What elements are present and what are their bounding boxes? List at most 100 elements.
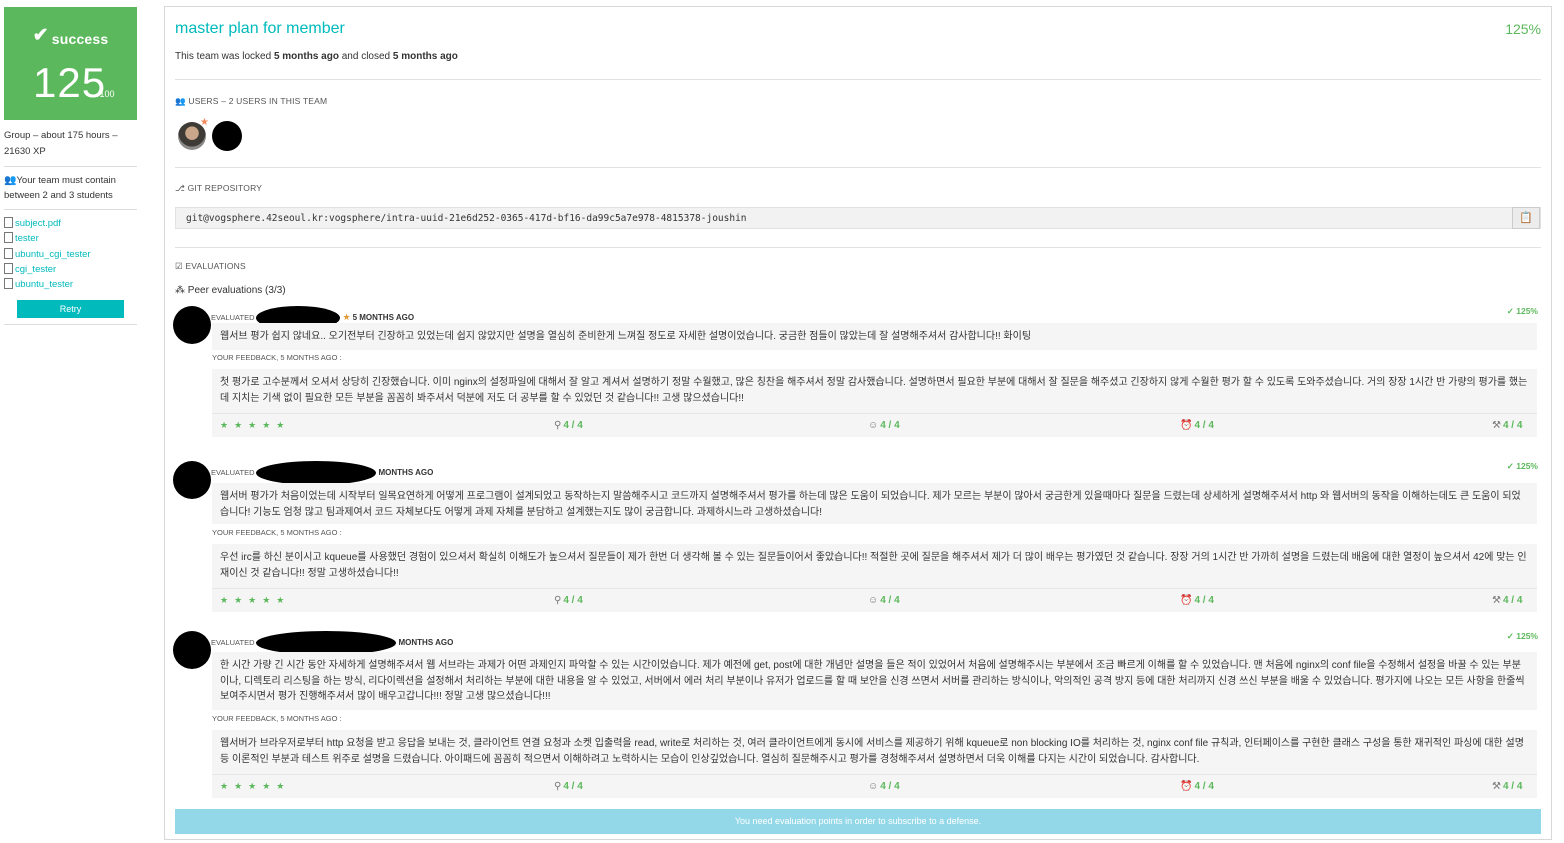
team-score: 125% — [1505, 21, 1541, 37]
team-title: master plan for member — [175, 20, 345, 37]
rating-punctuality: ⏰ 4 / 4 — [1180, 595, 1214, 606]
smile-icon: ☺ — [868, 781, 879, 792]
redacted-name — [256, 461, 377, 485]
rating-nice: ☺ 4 / 4 — [868, 781, 900, 792]
check-icon: ✓ — [1506, 631, 1514, 641]
attachments-list: subject.pdf tester ubuntu_cgi_tester cgi… — [4, 216, 137, 292]
rating-row: ★★★★★ ⚲ 4 / 4 ☺ 4 / 4 ⏰ 4 / 4 ⚒ 4 / 4 — [212, 413, 1537, 437]
rating-interest: ⚲ 4 / 4 — [554, 781, 583, 792]
divider — [175, 167, 1541, 168]
hammer-icon: ⚒ — [1492, 420, 1501, 431]
clock-icon: ⏰ — [1180, 420, 1193, 431]
git-section-label: ⎇ GIT REPOSITORY — [175, 183, 263, 193]
rating-row: ★★★★★ ⚲ 4 / 4 ☺ 4 / 4 ⏰ 4 / 4 ⚒ 4 / 4 — [212, 774, 1537, 798]
peers-icon: ⁂ — [175, 285, 185, 296]
git-icon: ⎇ — [175, 183, 185, 193]
stars-rating: ★★★★★ — [220, 420, 291, 430]
file-icon — [4, 262, 13, 274]
smile-icon: ☺ — [868, 420, 879, 431]
feedback-text: 첫 평가로 고수분께서 오셔서 상당히 긴장했습니다. 이미 nginx의 설정… — [212, 369, 1537, 413]
user-avatar[interactable] — [212, 121, 242, 151]
file-link-tester[interactable]: tester — [4, 231, 137, 246]
team-panel: master plan for member 125% This team wa… — [164, 6, 1552, 840]
evaluation-score: ✓ 125% — [1506, 306, 1538, 316]
file-icon — [4, 278, 13, 290]
users-section-label: 👥 USERS – 2 USERS IN THIS TEAM — [175, 96, 328, 106]
smile-icon: ☺ — [868, 595, 879, 606]
defense-notice-bar: You need evaluation points in order to s… — [175, 809, 1541, 834]
star-icon: ★ — [342, 311, 351, 322]
divider — [4, 166, 137, 167]
divider — [4, 324, 137, 326]
rating-nice: ☺ 4 / 4 — [868, 420, 900, 431]
check-icon: ✓ — [1506, 306, 1514, 316]
divider — [4, 209, 137, 210]
rocket-icon: ⚲ — [554, 595, 562, 606]
peer-evaluations-title: ⁂ Peer evaluations (3/3) — [175, 285, 286, 296]
leader-star-icon: ★ — [200, 117, 209, 128]
checkbox-icon: ☑ — [175, 261, 183, 271]
evaluation-item: EVALUATED MONTHS AGO ✓ 125% 한 시간 가량 긴 시간 … — [173, 631, 1543, 806]
rocket-icon: ⚲ — [554, 420, 562, 431]
rocket-icon: ⚲ — [554, 781, 562, 792]
evaluator-avatar[interactable] — [173, 461, 211, 499]
copy-button[interactable]: 📋 — [1512, 207, 1540, 229]
group-info: Group – about 175 hours – 21630 XP — [4, 130, 118, 157]
evaluator-avatar[interactable] — [173, 631, 211, 669]
evaluator-comment: 한 시간 가량 긴 시간 동안 자세하게 설명해주셔서 웹 서브라는 과제가 어… — [212, 652, 1537, 710]
retry-button[interactable]: Retry — [17, 300, 124, 319]
rating-nice: ☺ 4 / 4 — [868, 595, 900, 606]
sidebar: ✔ success 125 /100 Group – about 175 hour… — [4, 7, 137, 331]
team-rule: 👥Your team must contain between 2 and 3 … — [4, 173, 137, 203]
divider — [175, 247, 1541, 248]
file-icon — [4, 247, 13, 259]
rating-rigor: ⚒ 4 / 4 — [1492, 781, 1523, 792]
rating-rigor: ⚒ 4 / 4 — [1492, 595, 1523, 606]
divider — [175, 79, 1541, 80]
lock-status: This team was locked 5 months ago and cl… — [175, 51, 458, 62]
stars-rating: ★★★★★ — [220, 781, 291, 791]
rating-interest: ⚲ 4 / 4 — [554, 420, 583, 431]
evaluation-item: EVALUATED ★ 5 MONTHS AGO ✓ 125% 웹서브 평가 쉽지 … — [173, 306, 1543, 446]
final-score-box: ✔ success 125 /100 — [4, 7, 137, 120]
evaluation-score: ✓ 125% — [1506, 461, 1538, 471]
feedback-text: 우선 irc를 하신 분이시고 kqueue를 사용했던 경험이 있으셔서 확실… — [212, 544, 1537, 588]
users-icon: 👥 — [175, 96, 186, 106]
git-url[interactable]: git@vogsphere.42seoul.kr:vogsphere/intra… — [186, 213, 747, 224]
final-score: 125 — [33, 59, 107, 106]
evaluations-section-label: ☑ EVALUATIONS — [175, 261, 246, 271]
evaluation-header: EVALUATED MONTHS AGO — [211, 461, 433, 485]
hammer-icon: ⚒ — [1492, 595, 1501, 606]
rating-rigor: ⚒ 4 / 4 — [1492, 420, 1523, 431]
clock-icon: ⏰ — [1180, 595, 1193, 606]
file-link-ubuntu-tester[interactable]: ubuntu_tester — [4, 277, 137, 292]
check-icon: ✓ — [1506, 461, 1514, 471]
feedback-label: YOUR FEEDBACK, 5 MONTHS AGO : — [212, 528, 342, 537]
clock-icon: ⏰ — [1180, 781, 1193, 792]
file-link-ubuntu-cgi-tester[interactable]: ubuntu_cgi_tester — [4, 247, 137, 262]
status-label: success — [51, 31, 109, 47]
rating-interest: ⚲ 4 / 4 — [554, 595, 583, 606]
feedback-text: 웹서버가 브라우저로부터 http 요청을 받고 응답을 보내는 것, 클라이언… — [212, 730, 1537, 774]
file-icon — [4, 217, 13, 228]
evaluation-item: EVALUATED MONTHS AGO ✓ 125% 웹서버 평가가 처음이었는… — [173, 461, 1543, 616]
evaluator-comment: 웹서브 평가 쉽지 않네요.. 오기전부터 긴장하고 있었는데 쉽지 않았지만 … — [212, 323, 1537, 350]
rating-punctuality: ⏰ 4 / 4 — [1180, 420, 1214, 431]
git-repository-field[interactable]: git@vogsphere.42seoul.kr:vogsphere/intra… — [175, 207, 1541, 229]
file-link-cgi-tester[interactable]: cgi_tester — [4, 262, 137, 277]
rating-punctuality: ⏰ 4 / 4 — [1180, 781, 1214, 792]
evaluator-avatar[interactable] — [173, 306, 211, 344]
users-icon: 👥 — [4, 175, 17, 186]
feedback-label: YOUR FEEDBACK, 5 MONTHS AGO : — [212, 714, 342, 723]
feedback-label: YOUR FEEDBACK, 5 MONTHS AGO : — [212, 353, 342, 362]
status-badge: ✔ success — [4, 25, 137, 50]
hammer-icon: ⚒ — [1492, 781, 1501, 792]
score-max: /100 — [97, 89, 115, 99]
clipboard-icon: 📋 — [1519, 212, 1533, 224]
file-link-subject[interactable]: subject.pdf — [4, 216, 137, 231]
evaluation-score: ✓ 125% — [1506, 631, 1538, 641]
file-icon — [4, 232, 13, 244]
team-rule-text: Your team must contain between 2 and 3 s… — [4, 175, 116, 201]
check-icon: ✔ — [32, 25, 49, 46]
stars-rating: ★★★★★ — [220, 595, 291, 605]
